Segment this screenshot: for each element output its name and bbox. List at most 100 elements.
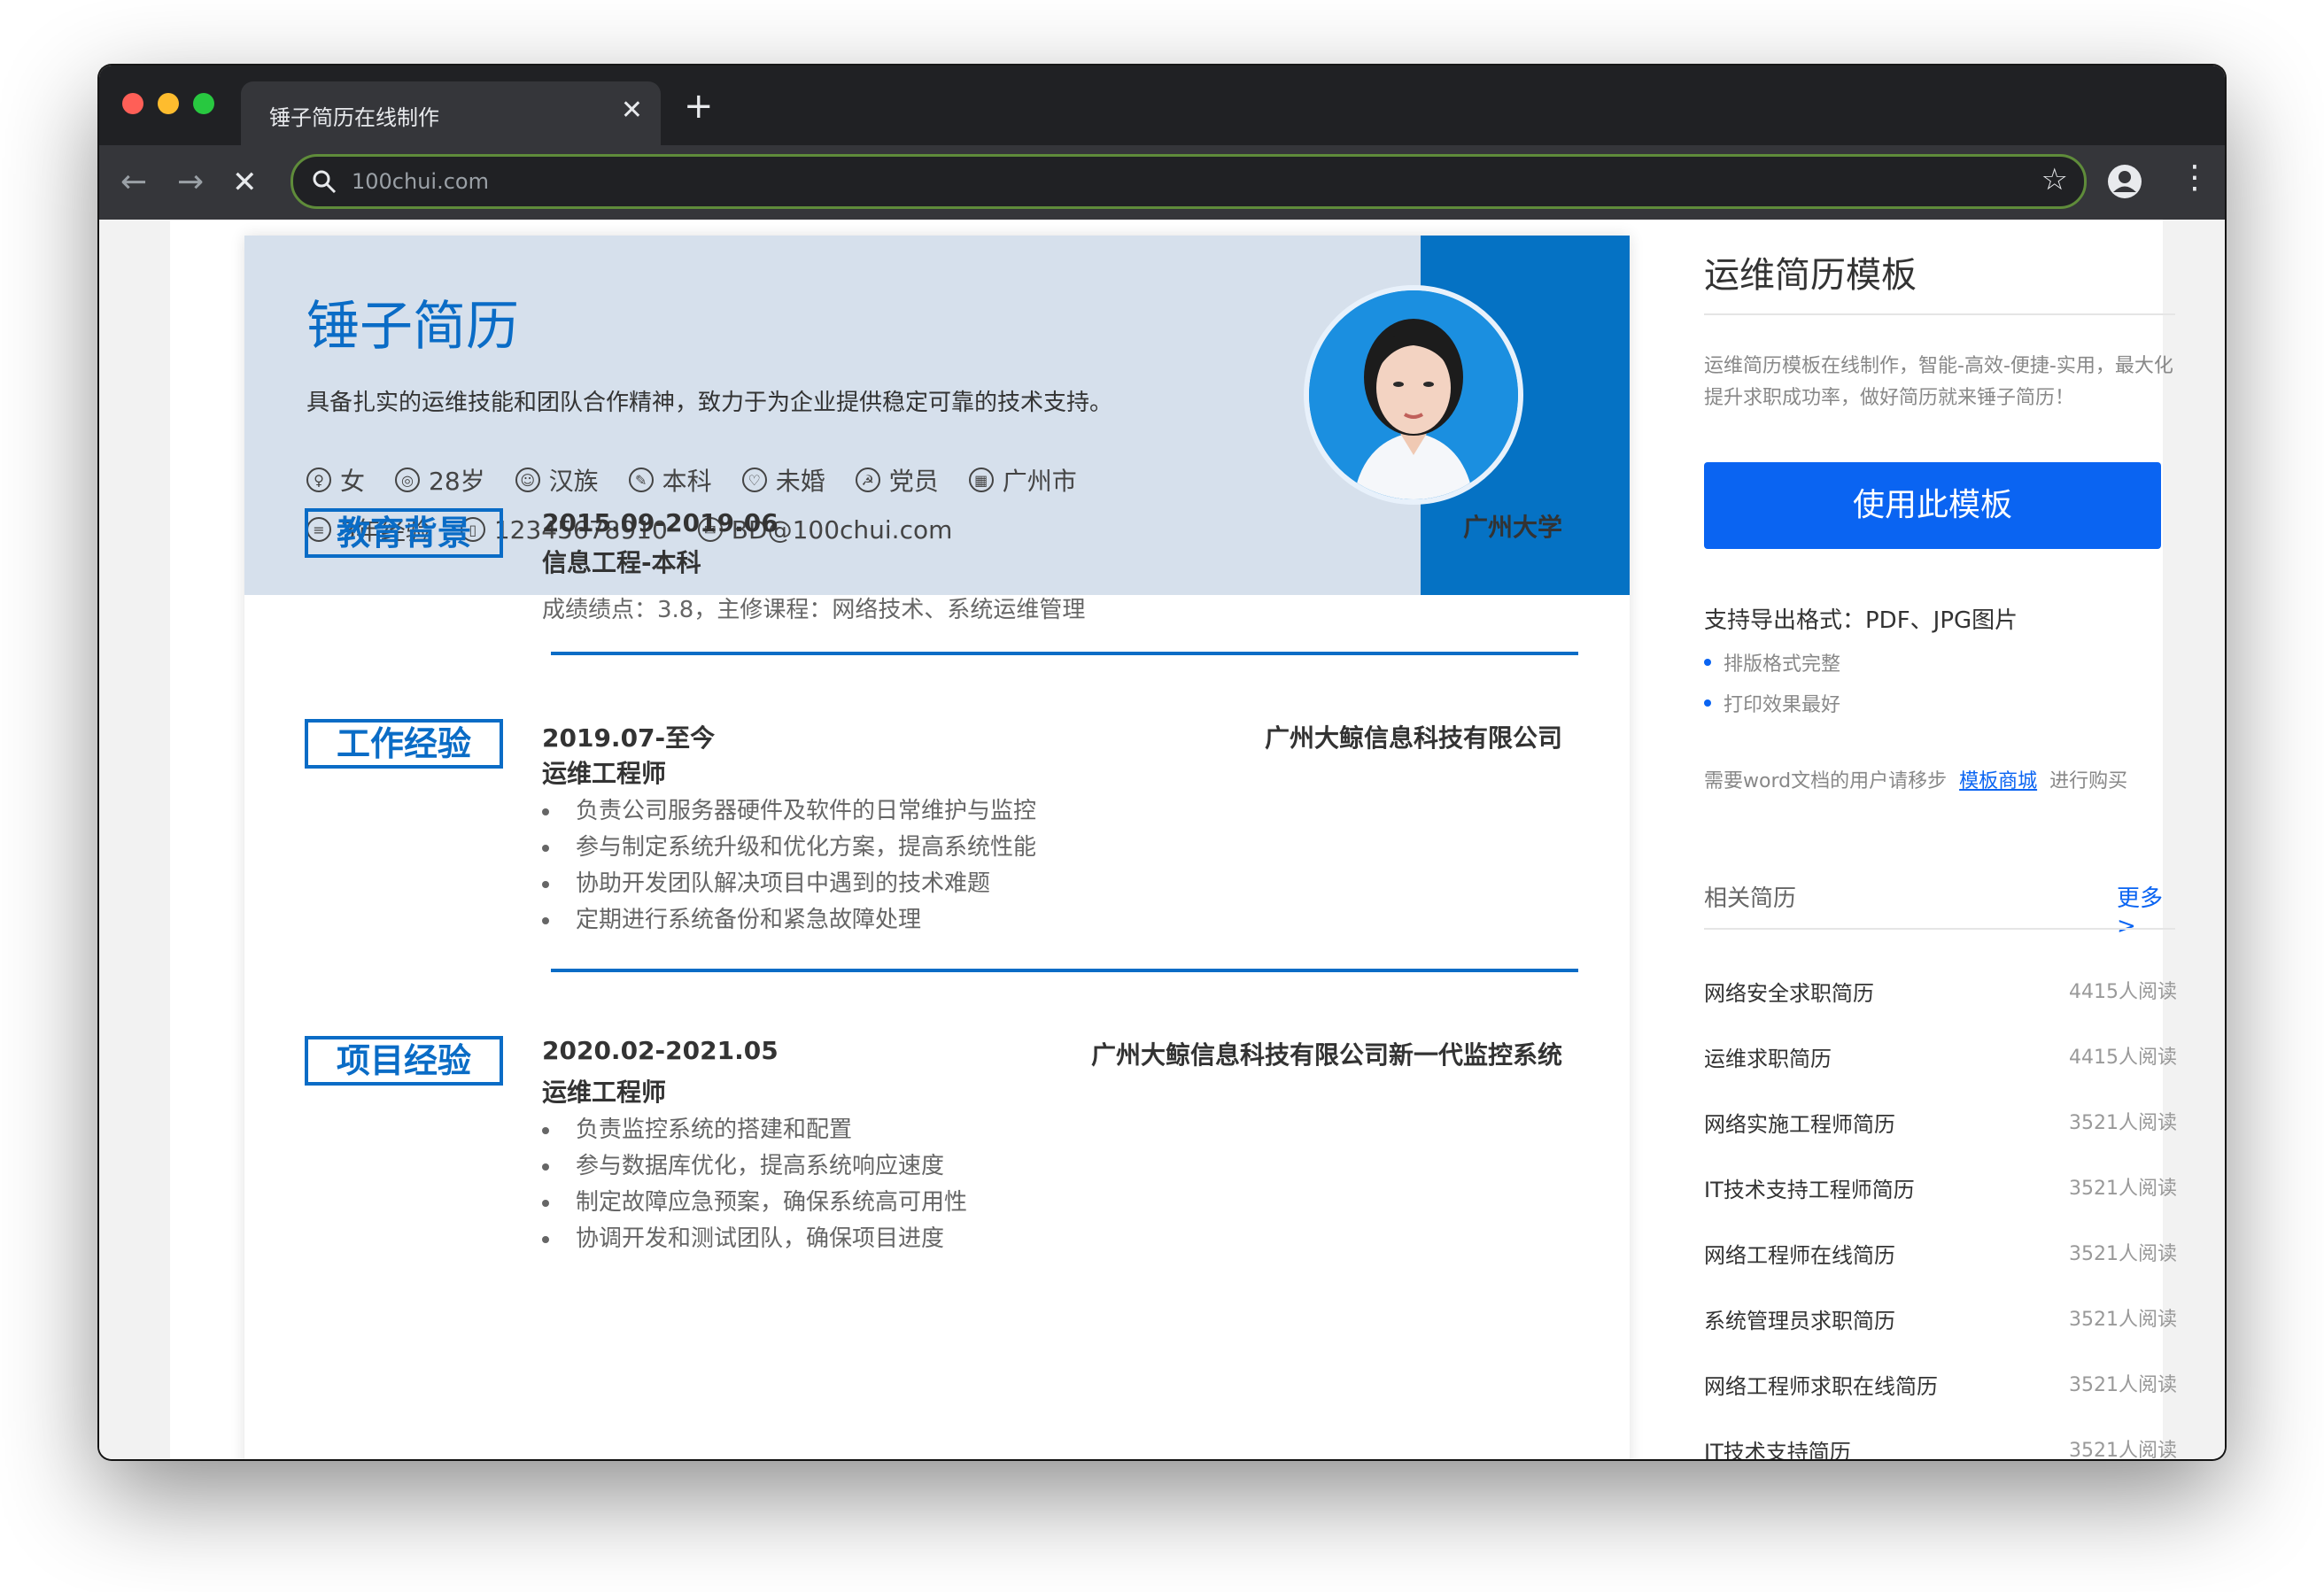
feature-item: 排版格式完整 (1704, 648, 1840, 676)
sidebar-title: 运维简历模板 (1704, 255, 1917, 296)
browser-window: 锤子简历在线制作 ✕ + ← → ✕ 100chui.com ☆ ⋮ 锤子简历 … (99, 66, 2225, 1459)
use-template-button[interactable]: 使用此模板 (1704, 462, 2161, 549)
info-item: ♀ 女 (306, 462, 365, 498)
info-text: 本科 (662, 467, 712, 496)
work-company: 广州大鲸信息科技有限公司 (1264, 723, 1562, 753)
related-resume-name: IT技术支持简历 (1704, 1440, 1851, 1459)
sidebar-description: 运维简历模板在线制作，智能-高效-便捷-实用，最大化提升求职成功率，做好简历就来… (1704, 355, 2173, 409)
section-divider (551, 969, 1578, 972)
read-count: 3521人阅读 (2069, 1309, 2177, 1331)
read-count: 3521人阅读 (2069, 1243, 2177, 1265)
related-resume-item[interactable]: 网络实施工程师简历 3521人阅读 (1704, 1107, 2177, 1138)
related-resume-name: 运维求职简历 (1704, 1047, 1832, 1071)
info-item: ◎ 28岁 (395, 462, 485, 498)
browser-toolbar: ← → ✕ 100chui.com ☆ ⋮ (99, 145, 2225, 220)
browser-menu-icon[interactable]: ⋮ (2179, 159, 2211, 196)
read-count: 4415人阅读 (2069, 981, 2177, 1003)
party-icon: ☭ (855, 468, 880, 492)
list-item: 制定故障应急预案，确保系统高可用性 (542, 1185, 967, 1221)
word-note-prefix: 需要word文档的用户请移步 (1704, 770, 1948, 792)
new-tab-button[interactable]: + (684, 89, 714, 124)
info-text: 汉族 (548, 467, 599, 496)
info-item: ☭ 党员 (855, 462, 939, 498)
sidebar-divider (1704, 928, 2175, 930)
address-bar[interactable]: 100chui.com ☆ (290, 154, 2087, 209)
list-item: 参与制定系统升级和优化方案，提高系统性能 (542, 830, 1036, 866)
resume-summary: 具备扎实的运维技能和团队合作精神，致力于为企业提供稳定可靠的技术支持。 (306, 390, 1113, 416)
related-resume-item[interactable]: 系统管理员求职简历 3521人阅读 (1704, 1303, 2177, 1334)
tab-title: 锤子简历在线制作 (269, 105, 439, 130)
personal-info-row-1: ♀ 女 ◎ 28岁 ☺ 汉族 ✎ 本科 ♡ 未婚 ☭ 党员 ▦ 广州市 (306, 462, 1107, 498)
info-text: 未婚 (775, 467, 825, 496)
list-item: 参与数据库优化，提高系统响应速度 (542, 1148, 967, 1185)
related-resume-item[interactable]: IT技术支持工程师简历 3521人阅读 (1704, 1172, 2177, 1203)
tab-bar: 锤子简历在线制作 ✕ + (99, 66, 2225, 145)
info-text: 28岁 (429, 467, 485, 496)
section-label-project: 项目经验 (305, 1036, 503, 1086)
section-divider (551, 652, 1578, 655)
forward-icon[interactable]: → (177, 158, 204, 207)
related-resume-item[interactable]: 运维求职简历 4415人阅读 (1704, 1041, 2177, 1072)
project-duties-list: 负责监控系统的搭建和配置 参与数据库优化，提高系统响应速度 制定故障应急预案，确… (542, 1112, 967, 1257)
read-count: 3521人阅读 (2069, 1440, 2177, 1459)
word-doc-note: 需要word文档的用户请移步 模板商城 进行购买 (1704, 765, 2127, 793)
url-text: 100chui.com (352, 169, 489, 194)
list-item: 定期进行系统备份和紧急故障处理 (542, 902, 1036, 939)
tab-close-icon[interactable]: ✕ (621, 97, 643, 124)
bullet-dot-icon (1704, 699, 1711, 707)
back-icon[interactable]: ← (120, 158, 147, 207)
info-item: ▦ 广州市 (968, 462, 1077, 498)
page-content: 锤子简历 具备扎实的运维技能和团队合作精神，致力于为企业提供稳定可靠的技术支持。… (99, 220, 2225, 1459)
education-date: 2015.09-2019.06 (542, 508, 779, 537)
city-icon: ▦ (968, 468, 994, 492)
related-resume-item[interactable]: IT技术支持简历 3521人阅读 (1704, 1434, 2177, 1459)
marital-icon: ♡ (741, 468, 767, 492)
age-icon: ◎ (395, 468, 421, 492)
list-item: 协调开发和测试团队，确保项目进度 (542, 1221, 967, 1257)
related-resume-name: IT技术支持工程师简历 (1704, 1178, 1915, 1202)
bookmark-star-icon[interactable]: ☆ (2041, 162, 2068, 197)
related-resume-item[interactable]: 网络安全求职简历 4415人阅读 (1704, 976, 2177, 1007)
minimize-window-button[interactable] (158, 93, 179, 114)
resume-preview[interactable]: 锤子简历 具备扎实的运维技能和团队合作精神，致力于为企业提供稳定可靠的技术支持。… (244, 236, 1630, 1459)
education-school: 广州大学 (1462, 513, 1562, 542)
browser-tab[interactable]: 锤子简历在线制作 ✕ (241, 81, 661, 145)
info-text: 女 (340, 467, 366, 496)
gender-icon: ♀ (306, 468, 331, 492)
read-count: 3521人阅读 (2069, 1374, 2177, 1396)
related-resume-name: 网络工程师求职在线简历 (1704, 1374, 1938, 1399)
portrait-image (1309, 290, 1518, 499)
related-resume-name: 网络安全求职简历 (1704, 981, 1874, 1006)
profile-icon[interactable] (2106, 163, 2143, 200)
read-count: 3521人阅读 (2069, 1112, 2177, 1134)
related-resume-item[interactable]: 网络工程师在线简历 3521人阅读 (1704, 1238, 2177, 1269)
list-item: 负责公司服务器硬件及软件的日常维护与监控 (542, 793, 1036, 830)
section-label-work: 工作经验 (305, 719, 503, 769)
work-date: 2019.07-至今 (542, 723, 716, 753)
info-text: 党员 (888, 467, 939, 496)
info-item: ☺ 汉族 (515, 462, 599, 498)
section-label-education: 教育背景 (305, 508, 503, 558)
template-mall-link[interactable]: 模板商城 (1959, 770, 2037, 792)
stop-loading-icon[interactable]: ✕ (232, 158, 258, 207)
export-formats: 支持导出格式：PDF、JPG图片 (1704, 607, 2018, 634)
project-role: 运维工程师 (542, 1078, 667, 1107)
related-resume-name: 系统管理员求职简历 (1704, 1309, 1895, 1333)
page-container: 锤子简历 具备扎实的运维技能和团队合作精神，致力于为企业提供稳定可靠的技术支持。… (170, 220, 2177, 1459)
ethnicity-icon: ☺ (515, 468, 540, 492)
search-icon (313, 170, 337, 194)
resume-name: 锤子简历 (306, 296, 519, 358)
education-detail: 成绩绩点：3.8，主修课程：网络技术、系统运维管理 (542, 597, 1086, 623)
word-note-suffix: 进行购买 (2049, 770, 2128, 792)
related-more-link[interactable]: 更多> (2117, 880, 2163, 939)
work-role: 运维工程师 (542, 759, 667, 788)
list-item: 负责监控系统的搭建和配置 (542, 1112, 967, 1148)
related-resume-name: 网络实施工程师简历 (1704, 1112, 1895, 1137)
info-item: ✎ 本科 (628, 462, 712, 498)
maximize-window-button[interactable] (193, 93, 214, 114)
feature-label: 打印效果最好 (1724, 694, 1841, 716)
read-count: 4415人阅读 (2069, 1047, 2177, 1069)
template-sidebar: 运维简历模板 运维简历模板在线制作，智能-高效-便捷-实用，最大化提升求职成功率… (1660, 220, 2177, 1459)
close-window-button[interactable] (122, 93, 143, 114)
related-resume-item[interactable]: 网络工程师求职在线简历 3521人阅读 (1704, 1369, 2177, 1400)
